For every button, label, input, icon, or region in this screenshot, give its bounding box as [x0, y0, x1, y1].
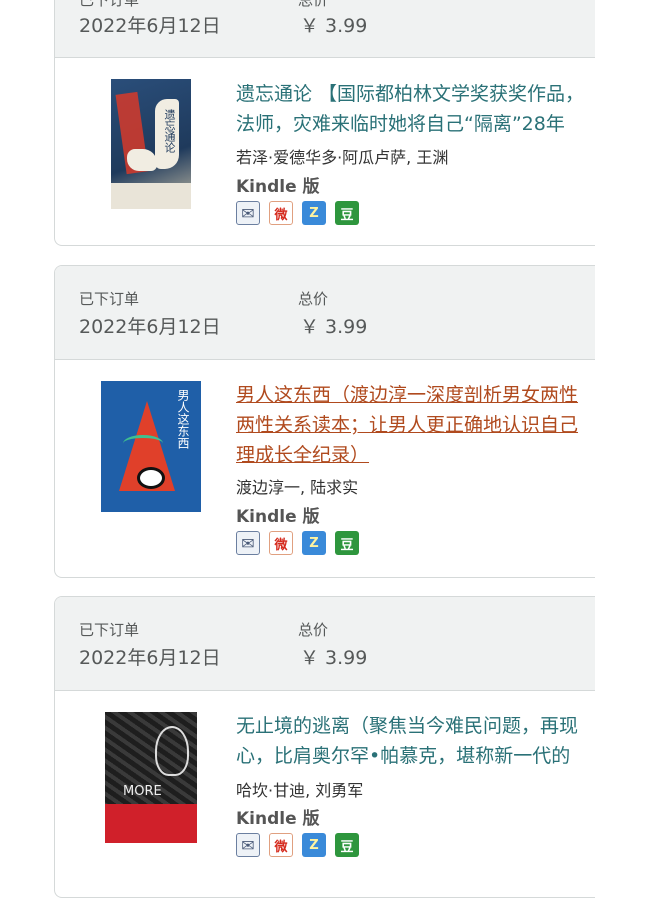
book-format: Kindle 版 [236, 809, 320, 829]
qzone-icon[interactable]: Z [302, 201, 326, 225]
total-value: ￥ 3.99 [300, 647, 368, 669]
order-card: 已下订单 2022年6月12日 总价 ￥ 3.99 男人这东西 男人这东西（渡边… [54, 265, 595, 578]
weibo-icon[interactable]: 微 [269, 201, 293, 225]
book-author: 哈坎·甘迪, 刘勇军 [236, 781, 364, 800]
title-line: 遗忘通论 【国际都柏林文学奖获奖作品， [236, 83, 585, 105]
cover-title: MORE [123, 784, 162, 799]
order-placed-label: 已下订单 [79, 290, 140, 308]
title-line: 无止境的逃离（聚焦当今难民问题，再现 [236, 715, 579, 737]
book-format: Kindle 版 [236, 177, 320, 197]
order-card: 已下订单 2022年6月12日 总价 ￥ 3.99 MORE 无止境的逃离（聚焦… [54, 596, 595, 898]
weibo-icon[interactable]: 微 [269, 531, 293, 555]
order-card: 已下订单 2022年6月12日 总价 ￥ 3.99 遗忘通论 遗忘通论 【国际都… [54, 0, 595, 246]
order-header: 已下订单 2022年6月12日 总价 ￥ 3.99 [55, 0, 595, 58]
book-cover[interactable]: MORE [105, 712, 197, 843]
order-date: 2022年6月12日 [79, 316, 221, 338]
book-cover[interactable]: 男人这东西 [101, 381, 201, 512]
mail-icon[interactable]: ✉ [236, 201, 260, 225]
title-line: 心，比肩奥尔罕•帕慕克，堪称新一代的 [236, 745, 571, 767]
title-line: 两性关系读本；让男人更正确地认识自己 [236, 414, 579, 436]
weibo-icon[interactable]: 微 [269, 833, 293, 857]
mail-icon[interactable]: ✉ [236, 531, 260, 555]
order-header: 已下订单 2022年6月12日 总价 ￥ 3.99 [55, 266, 595, 360]
title-line: 男人这东西（渡边淳一深度剖析男女两性 [236, 384, 579, 406]
share-icons: ✉ 微 Z 豆 [236, 531, 359, 555]
book-title-link[interactable]: 遗忘通论 【国际都柏林文学奖获奖作品， 法师，灾难来临时她将自己“隔离”28年 [236, 79, 595, 139]
book-format: Kindle 版 [236, 507, 320, 527]
order-placed-label: 已下订单 [79, 0, 140, 9]
title-line: 理成长全纪录） [236, 444, 370, 466]
douban-icon[interactable]: 豆 [335, 531, 359, 555]
total-label: 总价 [298, 621, 329, 639]
order-placed-label: 已下订单 [79, 621, 140, 639]
total-label: 总价 [298, 290, 329, 308]
total-value: ￥ 3.99 [300, 316, 368, 338]
total-value: ￥ 3.99 [300, 15, 368, 37]
book-author: 若泽·爱德华多·阿瓜卢萨, 王渊 [236, 148, 449, 167]
book-title-link[interactable]: 无止境的逃离（聚焦当今难民问题，再现 心，比肩奥尔罕•帕慕克，堪称新一代的 [236, 711, 595, 771]
order-header: 已下订单 2022年6月12日 总价 ￥ 3.99 [55, 597, 595, 691]
title-line: 法师，灾难来临时她将自己“隔离”28年 [236, 113, 565, 135]
book-author: 渡边淳一, 陆求实 [236, 478, 359, 497]
douban-icon[interactable]: 豆 [335, 201, 359, 225]
total-label: 总价 [298, 0, 329, 9]
book-cover[interactable]: 遗忘通论 [111, 79, 191, 209]
cover-title: 遗忘通论 [163, 109, 176, 153]
qzone-icon[interactable]: Z [302, 833, 326, 857]
share-icons: ✉ 微 Z 豆 [236, 833, 359, 857]
qzone-icon[interactable]: Z [302, 531, 326, 555]
mail-icon[interactable]: ✉ [236, 833, 260, 857]
order-date: 2022年6月12日 [79, 15, 221, 37]
douban-icon[interactable]: 豆 [335, 833, 359, 857]
book-title-link[interactable]: 男人这东西（渡边淳一深度剖析男女两性 两性关系读本；让男人更正确地认识自己 理成… [236, 380, 595, 470]
cover-title: 男人这东西 [176, 389, 190, 449]
order-date: 2022年6月12日 [79, 647, 221, 669]
share-icons: ✉ 微 Z 豆 [236, 201, 359, 225]
